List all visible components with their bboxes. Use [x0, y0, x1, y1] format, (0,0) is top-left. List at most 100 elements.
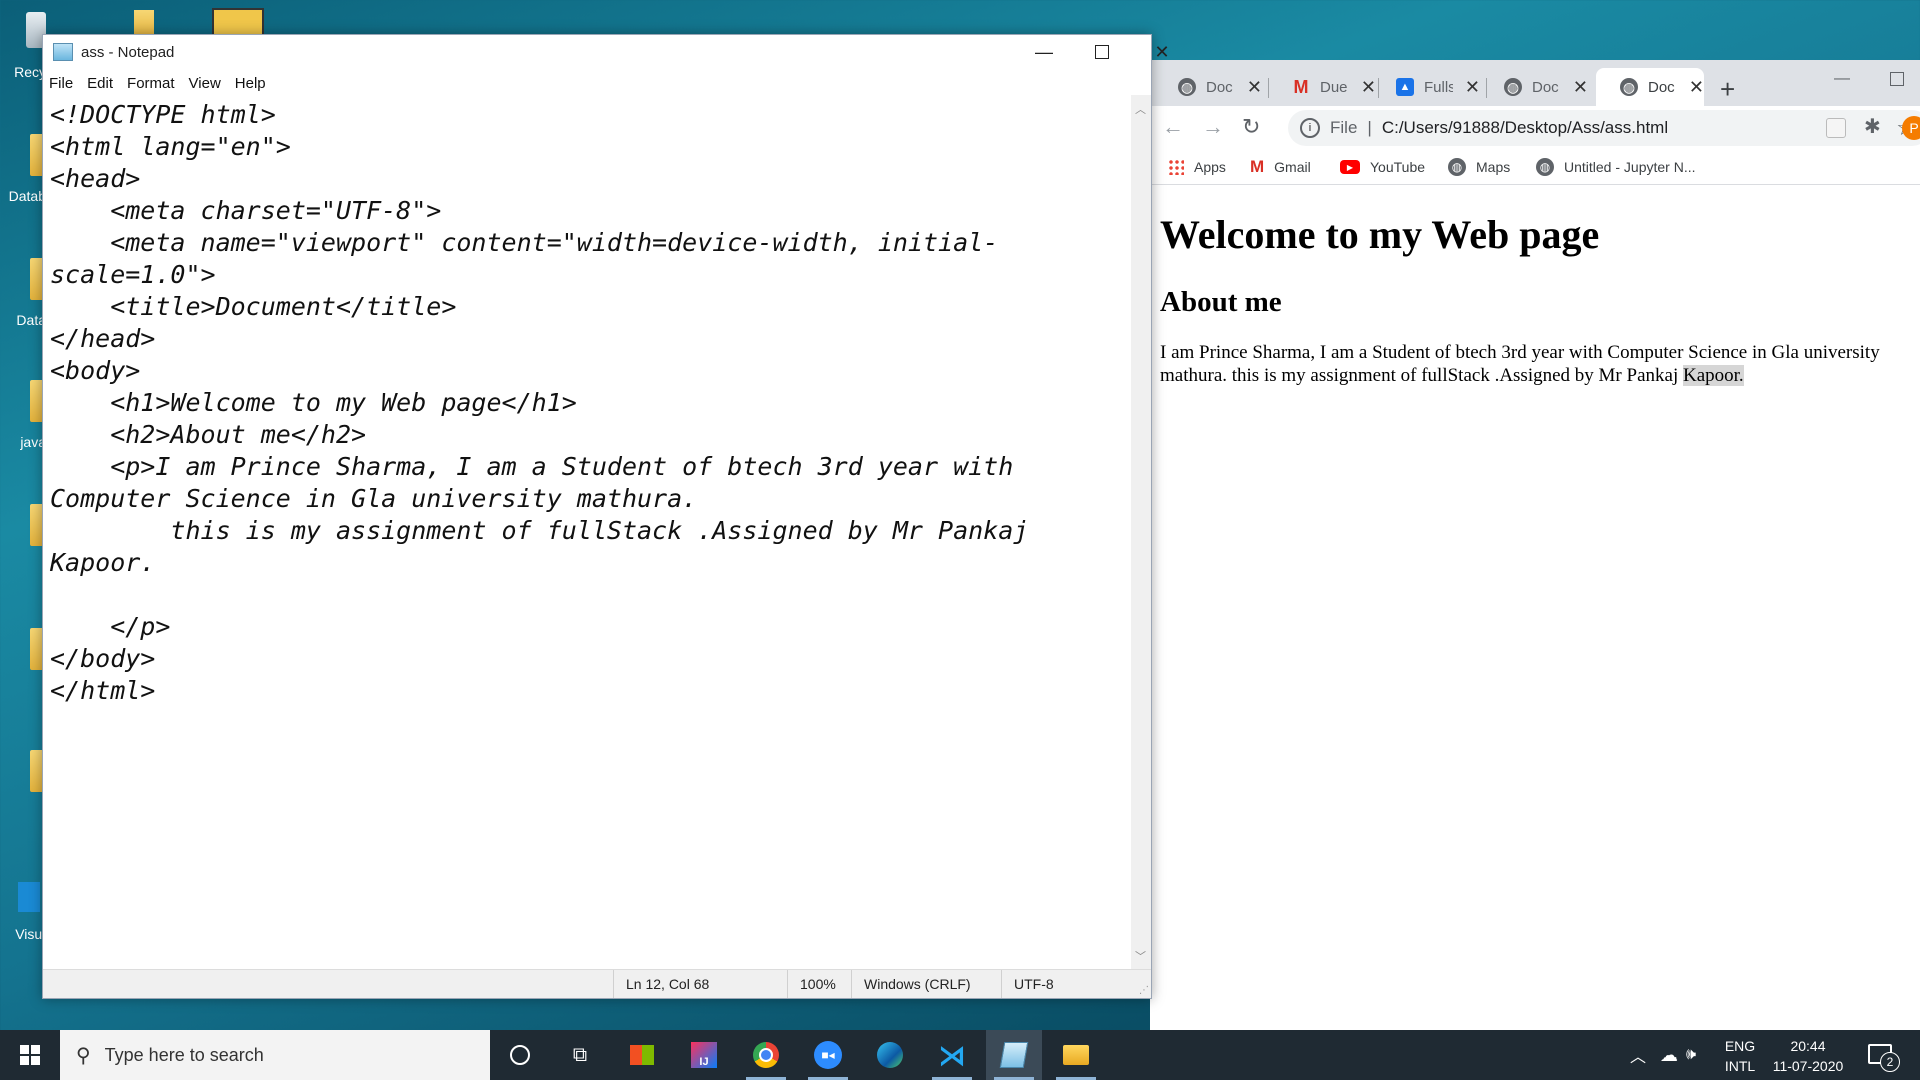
scroll-down-icon[interactable]: ﹀ [1135, 948, 1146, 964]
search-placeholder: Type here to search [104, 1044, 264, 1065]
extensions-puzzle-icon[interactable]: ✱ [1864, 114, 1881, 139]
taskbar-store[interactable] [614, 1030, 670, 1080]
taskbar-intellij[interactable]: IJ [676, 1030, 732, 1080]
desktop-icon-label: java [20, 434, 46, 450]
tab-title: Doc [1206, 78, 1233, 96]
chevron-up-icon[interactable]: ︿ [1630, 1043, 1646, 1067]
menu-help[interactable]: Help [228, 75, 273, 92]
menu-file[interactable]: File [43, 75, 80, 92]
close-tab-icon[interactable]: ✕ [1465, 77, 1480, 98]
highlighted-text: Kapoor. [1682, 365, 1744, 386]
logo-tile [20, 1056, 29, 1065]
close-icon[interactable]: ✕ [1133, 35, 1191, 69]
notepad-window: ass - Notepad — ✕ File Edit Format View … [42, 34, 1170, 999]
url-text: C:/Users/91888/Desktop/Ass/ass.html [1381, 118, 1669, 137]
onedrive-cloud-icon[interactable]: ☁ [1660, 1045, 1678, 1066]
close-tab-icon[interactable]: ✕ [1573, 77, 1588, 98]
desktop-icon-vscode[interactable]: Visua Co [0, 876, 74, 966]
scroll-up-icon[interactable]: ︿ [1135, 101, 1146, 117]
maximize-icon[interactable] [1890, 72, 1904, 86]
resize-grip-icon[interactable]: ⋰ [1139, 985, 1149, 996]
desktop-icon-datab[interactable]: Datab [0, 130, 46, 210]
browser-tab[interactable]: ◍ Doc ✕ [1154, 68, 1262, 106]
taskbar-search-box[interactable]: ⚲ Type here to search [60, 1030, 490, 1080]
back-arrow-icon[interactable]: ← [1162, 114, 1184, 140]
cursor-position: Ln 12, Col 68 [613, 970, 786, 998]
zoom-level: 100% [787, 970, 850, 998]
vscode-shortcut-icon [18, 882, 40, 912]
globe-icon: ◍ [1448, 158, 1466, 176]
taskbar-vscode[interactable]: ⋊ [924, 1030, 980, 1080]
url-scheme: File [1330, 118, 1358, 137]
bookmark-gmail[interactable]: M Gmail [1250, 150, 1311, 184]
vertical-scrollbar[interactable]: ︿ ﹀ [1131, 95, 1151, 970]
desktop-icon-data[interactable]: Data [0, 254, 46, 334]
edge-icon [877, 1042, 903, 1068]
new-tab-button[interactable]: + [1720, 74, 1735, 105]
desktop-icon-recycle-bin[interactable]: Recy [0, 6, 46, 86]
desktop-icon-java[interactable]: java [0, 376, 46, 456]
desktop-icon-ph[interactable]: ph [0, 624, 70, 704]
task-view-button[interactable]: ⧉ [552, 1030, 608, 1080]
taskbar-zoom[interactable]: ■◂ [800, 1030, 856, 1080]
bookmark-label: Untitled - Jupyter N... [1564, 159, 1696, 175]
page-subheading: About me [1160, 286, 1282, 318]
notepad-icon [999, 1042, 1029, 1068]
menu-format[interactable]: Format [120, 75, 182, 92]
desktop-icon-label: Datab [8, 188, 46, 204]
cortana-circle-icon [510, 1045, 530, 1065]
notification-badge: 2 [1880, 1052, 1900, 1072]
browser-tab[interactable]: ◍ Doc ✕ [1480, 68, 1588, 106]
minimize-icon[interactable]: — [1834, 70, 1850, 88]
system-tray: ︿ ☁ 🕪 [1630, 1030, 1696, 1080]
cortana-button[interactable] [492, 1030, 548, 1080]
menu-edit[interactable]: Edit [80, 75, 120, 92]
maximize-box [1095, 45, 1109, 59]
taskbar: ⚲ Type here to search ⧉ IJ ■◂ ⋊ ︿ ☁ 🕪 EN… [0, 1030, 1920, 1080]
taskbar-edge[interactable] [862, 1030, 918, 1080]
clock[interactable]: 20:44 11-07-2020 [1768, 1036, 1848, 1076]
minimize-icon[interactable]: — [1015, 35, 1073, 69]
text-editor[interactable]: <!DOCTYPE html> <html lang="en"> <head> … [43, 95, 1131, 970]
bookmark-jupyter[interactable]: ◍ Untitled - Jupyter N... [1536, 150, 1696, 184]
taskbar-file-explorer[interactable] [1048, 1030, 1104, 1080]
browser-tab[interactable]: M Due ✕ [1268, 68, 1377, 106]
desktop-icon-m[interactable]: m [0, 500, 74, 580]
taskbar-chrome[interactable] [738, 1030, 794, 1080]
paragraph-text: I am Prince Sharma, I am a Student of bt… [1160, 342, 1880, 386]
maximize-icon[interactable] [1073, 35, 1131, 69]
action-center-button[interactable]: 2 [1862, 1038, 1902, 1072]
language-indicator[interactable]: ENG INTL [1720, 1036, 1760, 1076]
speaker-icon[interactable]: 🕪 [1686, 1046, 1696, 1064]
forward-arrow-icon[interactable]: → [1202, 114, 1224, 140]
reload-icon[interactable]: ↻ [1242, 114, 1260, 140]
close-tab-icon[interactable]: ✕ [1247, 77, 1262, 98]
title-bar[interactable]: ass - Notepad — ✕ [43, 35, 1170, 69]
vscode-icon: ⋊ [938, 1039, 966, 1071]
globe-icon: ◍ [1504, 78, 1522, 96]
chrome-icon [753, 1042, 779, 1068]
extension-icon[interactable] [1826, 118, 1846, 138]
desktop-icon-tal[interactable]: Tal [0, 746, 68, 826]
gmail-icon: M [1293, 76, 1309, 97]
globe-icon: ◍ [1620, 78, 1638, 96]
tab-strip: ◍ Doc ✕ M Due ✕ ▲ Fulls ✕ ◍ Doc ✕ ◍ Doc … [1150, 60, 1920, 106]
bookmark-youtube[interactable]: ▶ YouTube [1340, 150, 1425, 184]
notepad-app-icon [53, 43, 73, 61]
profile-avatar[interactable]: P [1902, 116, 1920, 140]
close-tab-icon[interactable]: ✕ [1689, 77, 1704, 98]
url-divider: | [1367, 118, 1372, 137]
task-view-icon: ⧉ [572, 1043, 588, 1066]
browser-tab[interactable]: ▲ Fulls ✕ [1372, 68, 1480, 106]
bookmark-apps[interactable]: Apps [1168, 150, 1226, 184]
menu-bar: File Edit Format View Help [43, 71, 1151, 95]
start-button[interactable] [0, 1030, 60, 1080]
browser-tab-active[interactable]: ◍ Doc ✕ [1596, 68, 1704, 106]
taskbar-notepad[interactable] [986, 1030, 1042, 1080]
classroom-icon: ▲ [1396, 78, 1414, 96]
keyboard-layout: INTL [1724, 1058, 1756, 1074]
bookmark-label: YouTube [1370, 159, 1426, 175]
bookmark-maps[interactable]: ◍ Maps [1448, 150, 1510, 184]
folder-icon [1063, 1045, 1089, 1065]
menu-view[interactable]: View [182, 75, 228, 92]
